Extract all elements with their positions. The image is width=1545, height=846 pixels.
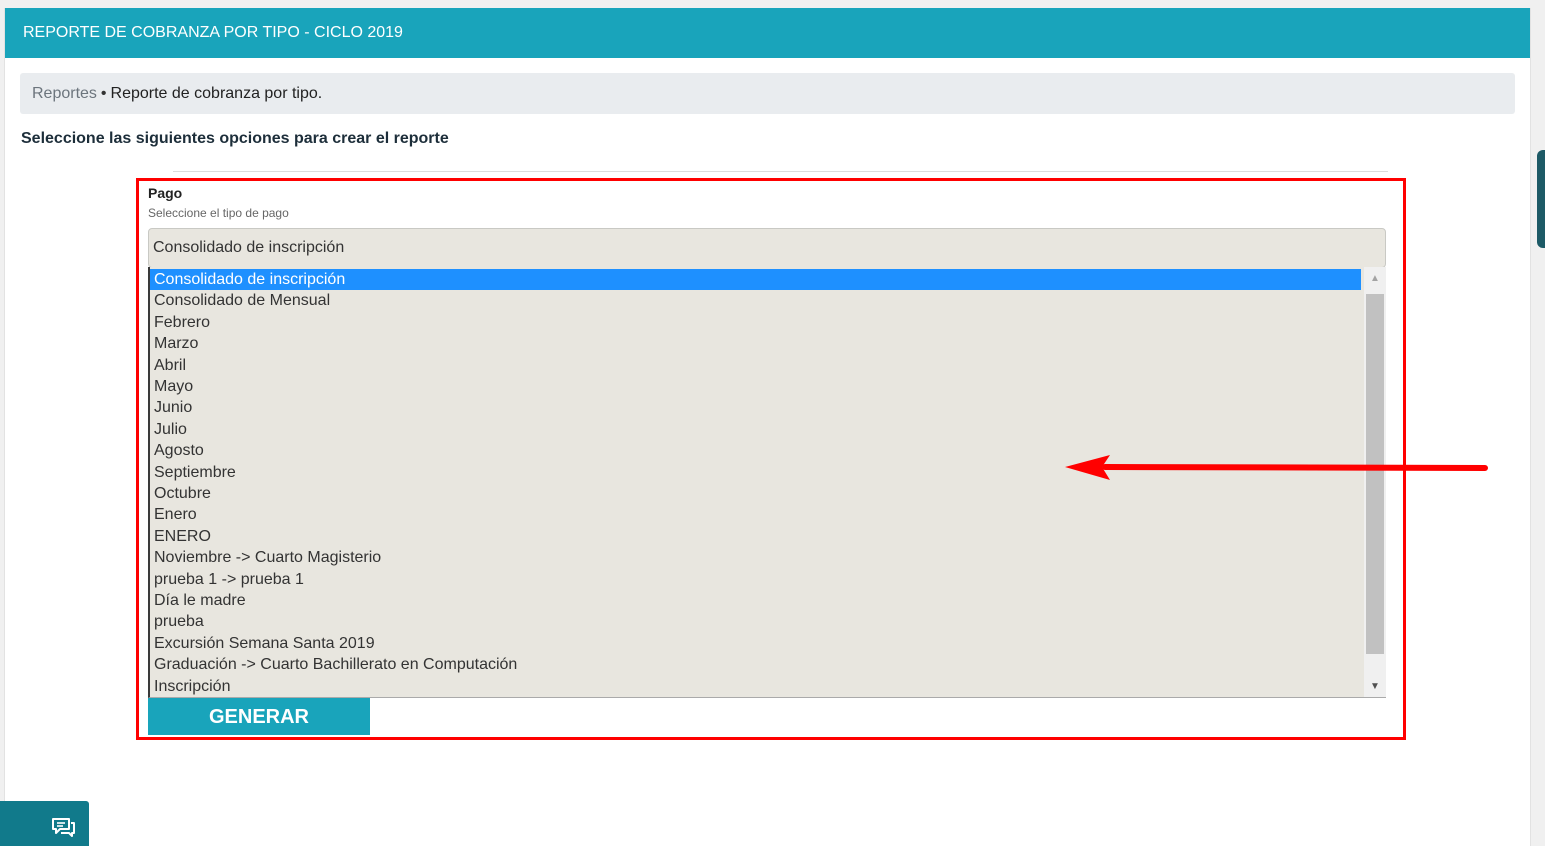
pago-help-text: Seleccione el tipo de pago — [148, 206, 289, 220]
pago-option[interactable]: Abril — [150, 355, 1361, 376]
pago-option[interactable]: Graduación -> Cuarto Bachillerato en Com… — [150, 654, 1361, 675]
page-header: REPORTE DE COBRANZA POR TIPO - CICLO 201… — [5, 8, 1530, 58]
pago-option[interactable]: Inscripción — [150, 676, 1361, 697]
annotation-arrow-icon — [1065, 455, 1488, 480]
breadcrumb-separator: • — [100, 85, 107, 102]
pago-option[interactable]: Febrero — [150, 312, 1361, 333]
pago-option[interactable]: Día le madre — [150, 590, 1361, 611]
breadcrumb-link-reportes[interactable]: Reportes — [32, 85, 97, 102]
pago-option[interactable]: Noviembre -> Cuarto Magisterio — [150, 547, 1361, 568]
pago-option[interactable]: prueba 1 -> prueba 1 — [150, 569, 1361, 590]
pago-option[interactable]: prueba — [150, 611, 1361, 632]
pago-option[interactable]: Julio — [150, 419, 1361, 440]
breadcrumb: Reportes • Reporte de cobranza por tipo. — [20, 73, 1515, 114]
instructions-text: Seleccione las siguientes opciones para … — [21, 130, 449, 147]
pago-option[interactable]: Mayo — [150, 376, 1361, 397]
side-panel-tab[interactable] — [1537, 150, 1545, 248]
generar-button[interactable]: GENERAR — [148, 698, 370, 735]
chat-bubble-icon — [52, 818, 75, 837]
pago-option[interactable]: Junio — [150, 397, 1361, 418]
pago-option[interactable]: Consolidado de Mensual — [150, 290, 1361, 311]
page-title: REPORTE DE COBRANZA POR TIPO - CICLO 201… — [23, 24, 403, 41]
breadcrumb-current: Reporte de cobranza por tipo. — [110, 85, 323, 102]
pago-option[interactable]: Enero — [150, 504, 1361, 525]
page: REPORTE DE COBRANZA POR TIPO - CICLO 201… — [4, 8, 1531, 846]
pago-option[interactable]: Marzo — [150, 333, 1361, 354]
pago-select[interactable]: Consolidado de inscripción — [148, 228, 1386, 268]
pago-option[interactable]: Excursión Semana Santa 2019 — [150, 633, 1361, 654]
divider — [173, 171, 1388, 172]
chat-button[interactable] — [0, 801, 89, 846]
pago-option[interactable]: Consolidado de inscripción — [150, 269, 1361, 291]
triangle-down-icon[interactable]: ▼ — [1364, 677, 1386, 697]
pago-option[interactable]: ENERO — [150, 526, 1361, 547]
pago-label: Pago — [148, 185, 183, 201]
triangle-up-icon[interactable]: ▲ — [1364, 269, 1386, 289]
pago-select-value: Consolidado de inscripción — [153, 239, 345, 256]
